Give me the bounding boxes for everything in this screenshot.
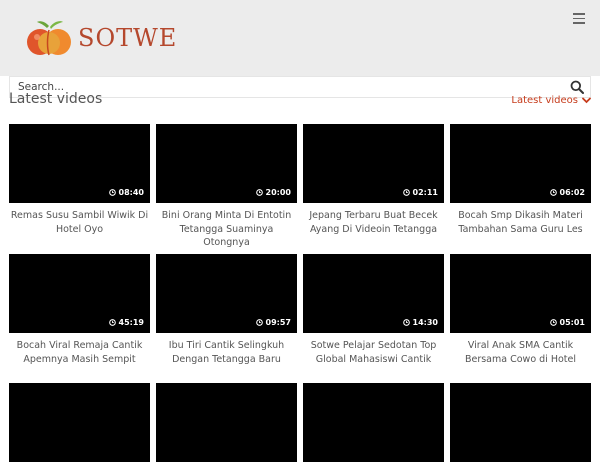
clock-icon bbox=[255, 189, 263, 196]
video-title[interactable]: Viral Anak SMA Cantik Bersama Cowo di Ho… bbox=[450, 339, 591, 366]
duration-text: 45:19 bbox=[118, 318, 144, 327]
duration-badge: 09:57 bbox=[255, 318, 291, 327]
hamburger-menu-icon[interactable] bbox=[573, 13, 585, 25]
clock-icon bbox=[402, 189, 410, 196]
section-title: Latest videos bbox=[9, 91, 103, 107]
duration-badge: 20:00 bbox=[255, 188, 291, 197]
duration-badge: 45:19 bbox=[108, 318, 144, 327]
duration-text: 09:57 bbox=[265, 318, 291, 327]
site-logo[interactable]: SOTWE bbox=[24, 18, 177, 58]
clock-icon bbox=[108, 319, 116, 326]
duration-badge: 05:01 bbox=[549, 318, 585, 327]
clock-icon bbox=[255, 319, 263, 326]
clock-icon bbox=[549, 189, 557, 196]
video-title[interactable]: Jepang Terbaru Buat Becek Ayang Di Video… bbox=[303, 209, 444, 236]
video-title[interactable]: Remas Susu Sambil Wiwik Di Hotel Oyo bbox=[9, 209, 150, 236]
video-thumbnail[interactable]: 20:00 bbox=[156, 124, 297, 203]
video-thumbnail[interactable]: 02:11 bbox=[303, 124, 444, 203]
site-header: SOTWE bbox=[0, 0, 600, 76]
duration-badge: 08:40 bbox=[108, 188, 144, 197]
duration-text: 05:01 bbox=[559, 318, 585, 327]
video-thumbnail[interactable]: 45:19 bbox=[9, 254, 150, 333]
clock-icon bbox=[108, 189, 116, 196]
duration-text: 20:00 bbox=[265, 188, 291, 197]
video-thumbnail[interactable]: 08:40 bbox=[9, 124, 150, 203]
video-thumbnail[interactable] bbox=[303, 383, 444, 462]
brand-name: SOTWE bbox=[78, 24, 178, 52]
video-thumbnail[interactable] bbox=[156, 383, 297, 462]
duration-text: 02:11 bbox=[412, 188, 438, 197]
peach-icon bbox=[27, 21, 71, 56]
video-thumbnail[interactable]: 05:01 bbox=[450, 254, 591, 333]
video-title[interactable]: Ibu Tiri Cantik Selingkuh Dengan Tetangg… bbox=[156, 339, 297, 366]
video-thumbnail[interactable] bbox=[450, 383, 591, 462]
duration-badge: 14:30 bbox=[402, 318, 438, 327]
sort-label: Latest videos bbox=[511, 95, 578, 106]
search-icon[interactable] bbox=[570, 80, 584, 94]
video-title[interactable]: Bocah Smp Dikasih Materi Tambahan Sama G… bbox=[450, 209, 591, 236]
video-title[interactable]: Sotwe Pelajar Sedotan Top Global Mahasis… bbox=[303, 339, 444, 366]
video-thumbnail[interactable]: 06:02 bbox=[450, 124, 591, 203]
duration-text: 08:40 bbox=[118, 188, 144, 197]
video-thumbnail[interactable]: 09:57 bbox=[156, 254, 297, 333]
sort-dropdown[interactable]: Latest videos bbox=[511, 95, 591, 106]
chevron-down-icon bbox=[582, 97, 591, 104]
clock-icon bbox=[549, 319, 557, 326]
clock-icon bbox=[402, 319, 410, 326]
duration-text: 06:02 bbox=[559, 188, 585, 197]
duration-text: 14:30 bbox=[412, 318, 438, 327]
duration-badge: 06:02 bbox=[549, 188, 585, 197]
video-thumbnail[interactable]: 14:30 bbox=[303, 254, 444, 333]
video-title[interactable]: Bini Orang Minta Di Entotin Tetangga Sua… bbox=[156, 209, 297, 250]
duration-badge: 02:11 bbox=[402, 188, 438, 197]
video-thumbnail[interactable] bbox=[9, 383, 150, 462]
video-title[interactable]: Bocah Viral Remaja Cantik Apemnya Masih … bbox=[9, 339, 150, 366]
